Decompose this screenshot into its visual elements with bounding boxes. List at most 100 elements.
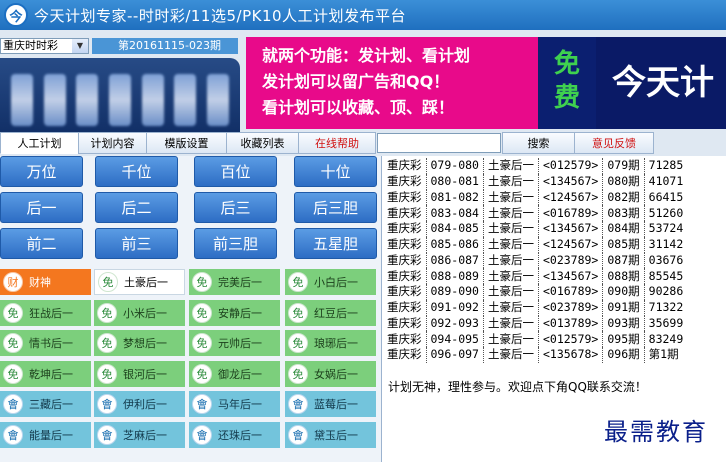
tab-favorites[interactable]: 收藏列表	[226, 132, 299, 154]
position-button[interactable]: 后一	[0, 192, 83, 223]
plan-item[interactable]: 會黛玉后一	[285, 421, 376, 448]
search-button[interactable]: 搜索	[502, 132, 575, 154]
table-cell: 085-086	[425, 236, 484, 253]
position-button[interactable]: 后三胆	[294, 192, 377, 223]
plan-item[interactable]: 會还珠后一	[189, 421, 280, 448]
table-cell: 83249	[643, 331, 688, 347]
table-cell: 082期	[602, 189, 645, 206]
plan-item[interactable]: 免土豪后一	[94, 269, 185, 295]
position-button[interactable]: 十位	[294, 156, 377, 187]
table-row: 重庆彩 081-082 土豪后一 <124567> 082期 66415	[387, 189, 688, 206]
table-cell: 094-095	[425, 331, 484, 347]
position-button[interactable]: 百位	[194, 156, 277, 187]
plan-item-label: 蓝莓后一	[314, 398, 358, 411]
table-row: 重庆彩 092-093 土豪后一 <013789> 093期 35699	[387, 315, 688, 332]
table-cell: 096期	[602, 347, 645, 363]
table-cell: 079期	[602, 158, 645, 174]
result-digit	[108, 74, 131, 126]
position-button[interactable]: 前三胆	[194, 228, 277, 259]
tab-plan-content[interactable]: 计划内容	[78, 132, 147, 154]
position-button[interactable]: 五星胆	[294, 228, 377, 259]
chevron-down-icon[interactable]: ▼	[72, 39, 88, 53]
plan-item-label: 还珠后一	[218, 428, 262, 442]
table-row: 重庆彩 085-086 土豪后一 <124567> 085期 31142	[387, 236, 688, 253]
position-button[interactable]: 后三	[194, 192, 277, 223]
position-button[interactable]: 后二	[95, 192, 178, 223]
plan-item[interactable]: 免红豆后一	[285, 299, 376, 326]
tab-template-settings[interactable]: 模版设置	[146, 132, 227, 154]
plan-item[interactable]: 免琅琊后一	[285, 330, 376, 356]
tab-manual-plan[interactable]: 人工计划	[0, 132, 79, 154]
lottery-select[interactable]: 重庆时时彩 ▼	[0, 38, 89, 54]
table-cell: 土豪后一	[482, 173, 539, 190]
plan-item-label: 三藏后一	[29, 398, 73, 411]
table-cell: 53724	[643, 221, 688, 237]
table-cell: 51260	[643, 205, 688, 221]
lottery-panel: 重庆时时彩 ▼ 第20161115-023期	[0, 34, 240, 142]
watermark: 最需教育	[604, 418, 708, 446]
position-button[interactable]: 前三	[95, 228, 178, 259]
table-cell: 083期	[602, 205, 645, 221]
plan-item[interactable]: 會能量后一	[0, 421, 91, 448]
plan-item[interactable]: 免狂战后一	[0, 299, 91, 326]
plan-item-label: 能量后一	[29, 428, 73, 442]
table-row: 重庆彩 084-085 土豪后一 <134567> 084期 53724	[387, 221, 688, 237]
position-button[interactable]: 千位	[95, 156, 178, 187]
free-icon: 免	[98, 272, 118, 292]
plan-item-label: 伊利后一	[123, 398, 167, 411]
table-cell: 087期	[602, 252, 645, 269]
table-cell: 土豪后一	[482, 347, 539, 363]
plan-item[interactable]: 免情书后一	[0, 330, 91, 356]
table-row: 重庆彩 080-081 土豪后一 <134567> 080期 41071	[387, 173, 688, 190]
plan-item-label: 梦想后一	[123, 337, 167, 350]
search-input[interactable]	[377, 133, 501, 153]
plan-item[interactable]: 财财神	[0, 269, 91, 295]
table-cell: 重庆彩	[387, 268, 422, 283]
plan-item[interactable]: 免银河后一	[94, 360, 185, 387]
fortune-icon: 财	[3, 272, 23, 292]
plan-item[interactable]: 免小米后一	[94, 299, 185, 326]
table-cell: 土豪后一	[482, 189, 539, 206]
vip-icon: 會	[288, 394, 308, 414]
plan-item[interactable]: 免乾坤后一	[0, 360, 91, 387]
table-cell: 35699	[643, 315, 688, 332]
table-cell: 土豪后一	[482, 221, 539, 237]
table-cell: 土豪后一	[482, 158, 539, 174]
plan-item[interactable]: 免完美后一	[189, 269, 280, 295]
title-bar[interactable]: 今 今天计划专家--时时彩/11选5/PK10人工计划发布平台	[0, 0, 726, 30]
plan-note: 计划无神，理性参与。欢迎点下角QQ联系交流！	[388, 380, 647, 394]
table-cell: 088期	[602, 268, 645, 284]
plan-item[interactable]: 免御龙后一	[189, 360, 280, 387]
table-cell: 096-097	[425, 347, 484, 363]
tab-online-help[interactable]: 在线帮助	[298, 132, 376, 154]
plan-item[interactable]: 會马年后一	[189, 391, 280, 417]
table-cell: 091期	[602, 299, 645, 316]
feedback-button[interactable]: 意见反馈	[574, 132, 654, 154]
plan-item[interactable]: 免安静后一	[189, 299, 280, 326]
result-digit	[11, 74, 34, 126]
vip-icon: 會	[288, 424, 308, 445]
plan-item[interactable]: 免元帅后一	[189, 330, 280, 356]
ad-banner[interactable]: 就两个功能：发计划、看计划 发计划可以留广告和QQ！ 看计划可以收藏、顶、踩！ …	[246, 37, 726, 129]
banner-line: 就两个功能：发计划、看计划	[262, 46, 471, 65]
plan-item[interactable]: 免梦想后一	[94, 330, 185, 356]
table-cell: 重庆彩	[387, 300, 422, 315]
plan-item[interactable]: 免女娲后一	[285, 360, 376, 387]
plan-item[interactable]: 會三藏后一	[0, 391, 91, 417]
plan-item[interactable]: 免小白后一	[285, 269, 376, 295]
table-cell: 重庆彩	[387, 221, 422, 236]
table-cell: 095期	[602, 331, 645, 347]
plan-item[interactable]: 會蓝莓后一	[285, 391, 376, 417]
banner-free-badge: 免 费	[538, 37, 596, 129]
position-button[interactable]: 万位	[0, 156, 83, 187]
free-icon: 免	[3, 302, 23, 323]
table-cell: <023789>	[537, 252, 603, 269]
position-button[interactable]: 前二	[0, 228, 83, 259]
plan-item-label: 小白后一	[314, 276, 358, 289]
table-row: 重庆彩 083-084 土豪后一 <016789> 083期 51260	[387, 205, 688, 221]
plan-item[interactable]: 會芝麻后一	[94, 421, 185, 448]
vip-icon: 會	[97, 424, 117, 445]
plan-item[interactable]: 會伊利后一	[94, 391, 185, 417]
banner-line: 发计划可以留广告和QQ！	[262, 72, 450, 91]
table-cell: 080-081	[425, 173, 484, 190]
